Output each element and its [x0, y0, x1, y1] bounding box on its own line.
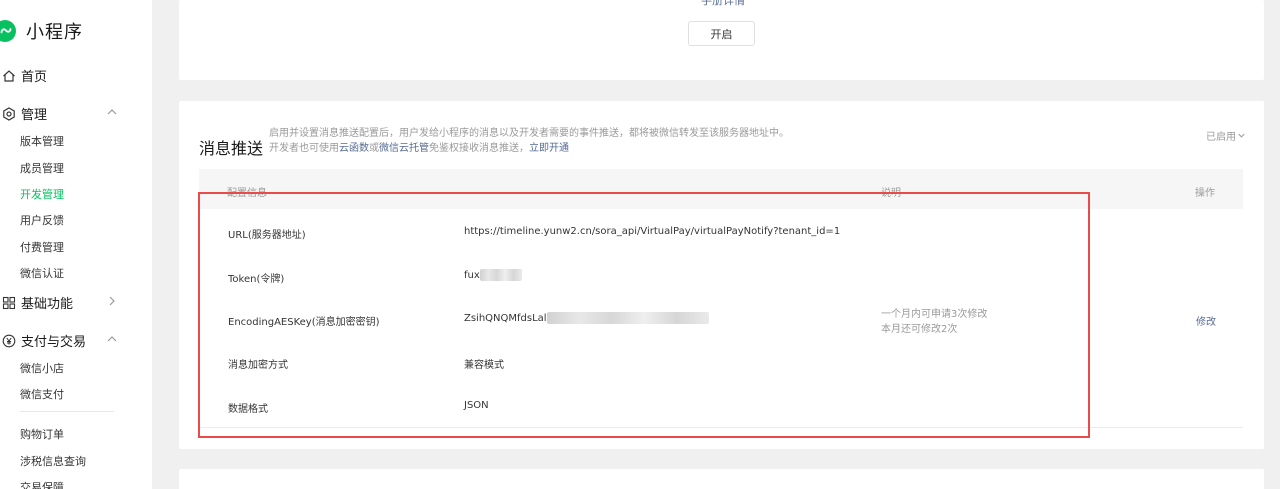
next-card [179, 469, 1264, 489]
home-icon [3, 69, 15, 82]
row-value-url: https://timeline.yunw2.cn/sora_api/Virtu… [464, 226, 841, 237]
row-label-token: Token(令牌) [228, 274, 285, 285]
miniprogram-logo-icon [0, 20, 16, 42]
row-label-aes: EncodingAESKey(消息加密密钥) [228, 317, 380, 328]
cloud-hosting-link[interactable]: 微信云托管 [379, 143, 429, 154]
row-label-url: URL(服务器地址) [228, 230, 306, 241]
sidebar-item-guarantee[interactable]: 交易保障 [20, 479, 64, 489]
row-label-encrypt: 消息加密方式 [228, 360, 288, 371]
status-label: 已启用 [1206, 132, 1236, 143]
open-now-link[interactable]: 立即开通 [529, 143, 569, 154]
scrollbar[interactable] [1276, 0, 1280, 489]
brand[interactable]: 小程序 [0, 18, 83, 44]
chevron-up-icon[interactable] [106, 106, 118, 118]
open-button[interactable]: 开启 [688, 21, 755, 46]
aes-note-2: 本月还可修改2次 [881, 324, 958, 335]
sidebar-item-certify[interactable]: 微信认证 [20, 265, 64, 281]
row-value-encrypt: 兼容模式 [464, 360, 504, 371]
gear-icon [3, 106, 15, 121]
section-title: 消息推送 [199, 139, 264, 158]
sidebar-item-paid[interactable]: 付费管理 [20, 239, 64, 255]
nav-payment-label: 支付与交易 [21, 335, 87, 350]
redacted-blur [546, 312, 709, 324]
top-cut-link[interactable]: 手册详情 [701, 0, 745, 8]
desc-or: 或 [369, 143, 379, 154]
push-description-line2: 开发者也可使用云函数或微信云托管免鉴权接收消息推送，立即开通 [269, 139, 569, 154]
modify-link[interactable]: 修改 [1196, 313, 1216, 328]
redacted-blur [479, 269, 522, 281]
message-push-card: 消息推送 启用并设置消息推送配置后，用户发给小程序的消息以及开发者需要的事件推送… [179, 101, 1264, 449]
desc-prefix: 开发者也可使用 [269, 143, 339, 154]
push-description: 启用并设置消息推送配置后，用户发给小程序的消息以及开发者需要的事件推送，都将被微… [269, 128, 789, 139]
sidebar-divider [20, 411, 114, 412]
row-label-format: 数据格式 [228, 404, 268, 415]
sidebar-item-version[interactable]: 版本管理 [20, 133, 64, 149]
nav-home[interactable]: 首页 [0, 66, 47, 85]
desc-suffix: 免鉴权接收消息推送， [429, 143, 529, 154]
nav-basic[interactable]: 基础功能 [0, 293, 73, 312]
nav-payment[interactable]: 支付与交易 [0, 331, 86, 350]
app-name: 小程序 [26, 22, 83, 43]
col-action: 操作 [1195, 188, 1215, 199]
chevron-down-icon [1238, 133, 1245, 138]
col-config: 配置信息 [227, 188, 267, 199]
sidebar-item-tax[interactable]: 涉税信息查询 [20, 453, 86, 469]
sidebar-item-members[interactable]: 成员管理 [20, 160, 64, 176]
aes-note-1: 一个月内可申请3次修改 [881, 309, 988, 320]
sidebar-item-orders[interactable]: 购物订单 [20, 426, 64, 442]
col-desc: 说明 [881, 188, 901, 199]
nav-manage-label: 管理 [21, 108, 48, 123]
nav-manage[interactable]: 管理 [0, 104, 47, 123]
cloud-function-link[interactable]: 云函数 [339, 143, 369, 154]
chevron-right-icon[interactable] [106, 295, 118, 307]
row-value-aes-wrap: ZsihQNQMfdsLal [464, 312, 709, 324]
sidebar: 小程序 首页 管理 版本管理 成员管理 开发管理 用户反馈 付费管理 微信认证 … [0, 0, 152, 489]
status-dropdown[interactable]: 已启用 [1206, 128, 1246, 143]
top-card: 手册详情 开启 [179, 0, 1264, 80]
row-value-format: JSON [464, 400, 489, 411]
grid-icon [2, 296, 16, 309]
yen-icon [2, 334, 16, 347]
sidebar-item-dev[interactable]: 开发管理 [20, 186, 64, 202]
chevron-up-icon[interactable] [106, 333, 118, 345]
row-value-token-wrap: fux [464, 269, 522, 281]
table-header: 配置信息 说明 操作 [199, 169, 1243, 209]
table-bottom-divider [199, 427, 1243, 428]
nav-basic-label: 基础功能 [21, 297, 74, 312]
row-value-token: fux [464, 270, 480, 281]
sidebar-item-shop[interactable]: 微信小店 [20, 360, 64, 376]
sidebar-item-wxpay[interactable]: 微信支付 [20, 386, 64, 402]
sidebar-item-feedback[interactable]: 用户反馈 [20, 212, 64, 228]
row-value-aes: ZsihQNQMfdsLal [464, 313, 547, 324]
nav-home-label: 首页 [21, 70, 48, 85]
